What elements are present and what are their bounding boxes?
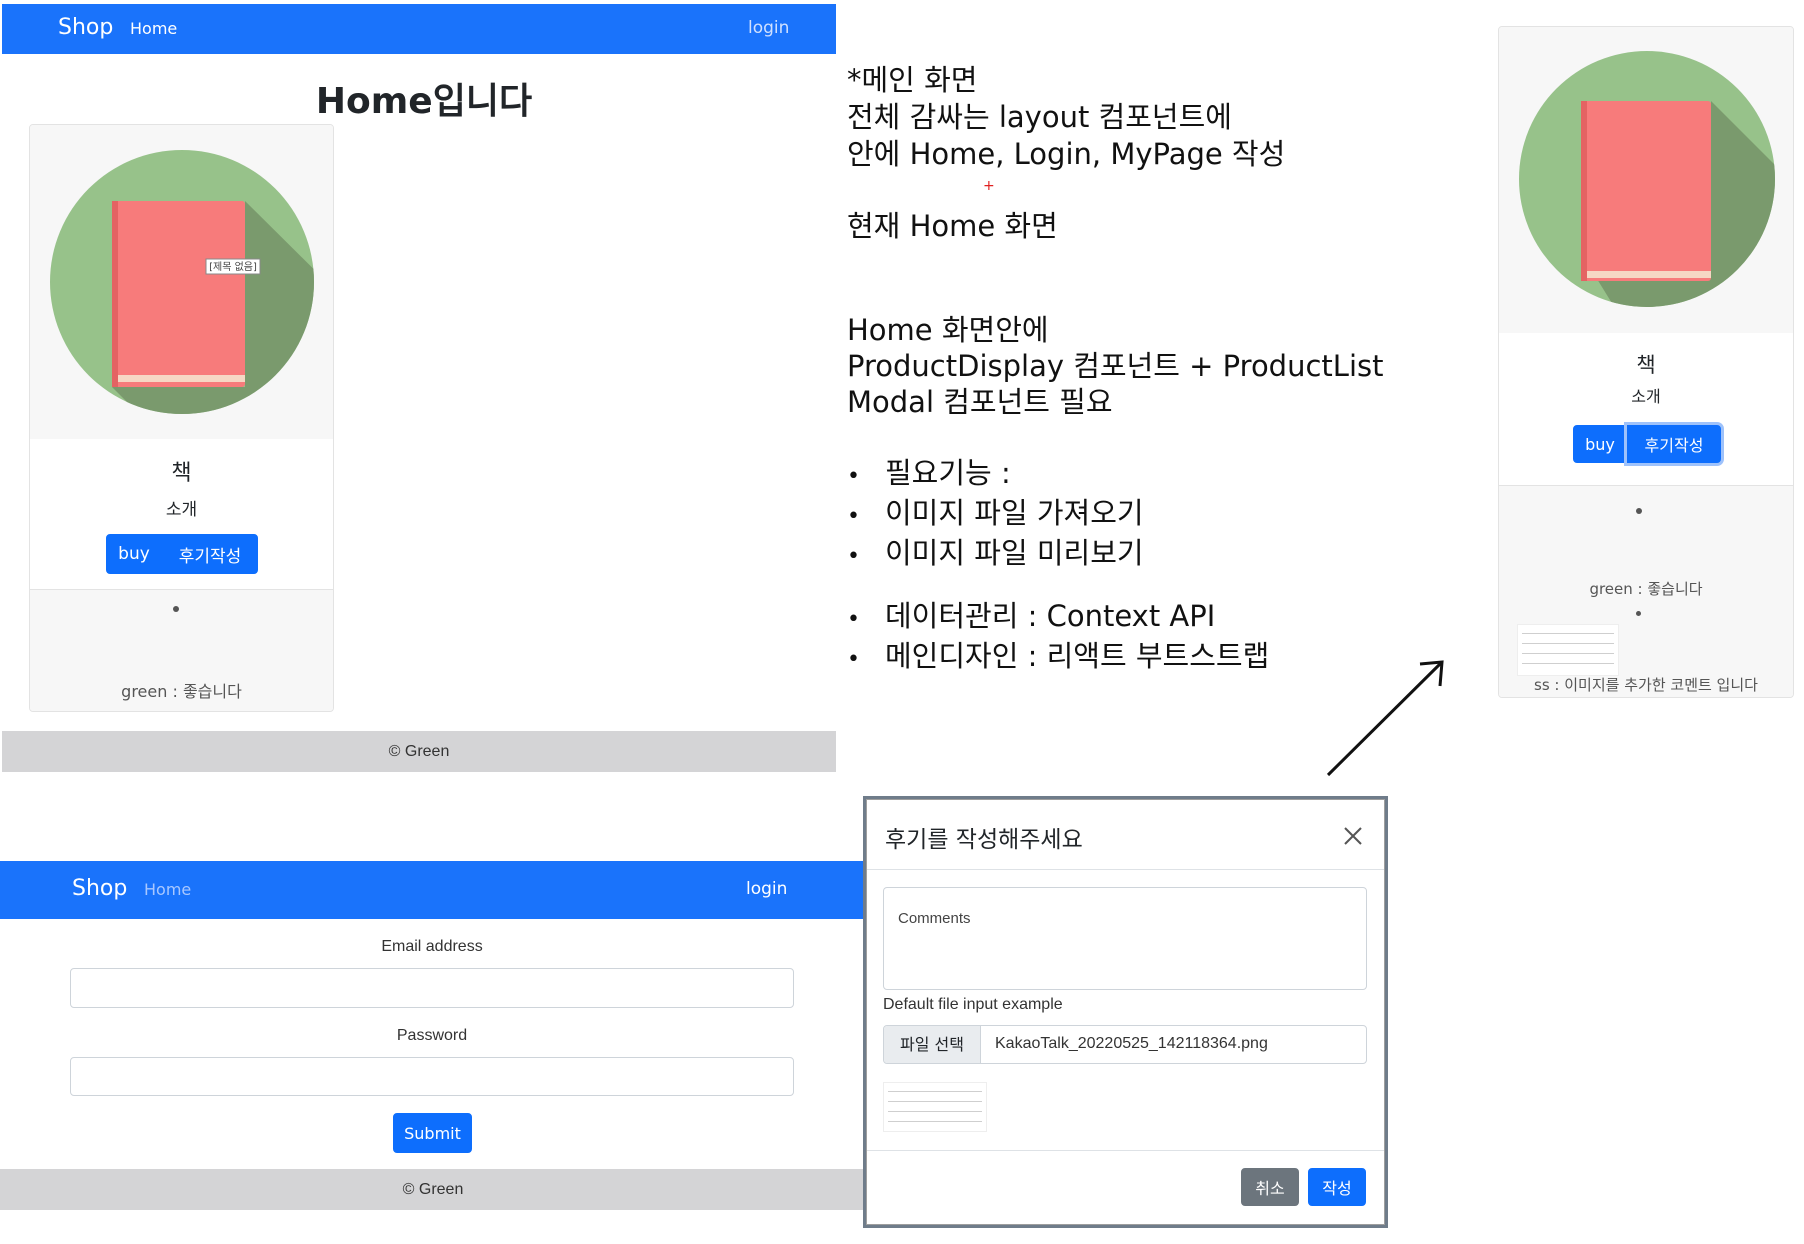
note-current-home: 현재 Home 화면 — [847, 209, 1058, 243]
home-footer: © Green — [2, 731, 836, 772]
notes-block-1: *메인 화면 전체 감싸는 layout 컴포넌트에 안에 Home, Logi… — [847, 62, 1285, 173]
bullet-item: • 데이터관리 : Context API — [847, 598, 1269, 638]
bullet-dot: • — [847, 504, 860, 529]
book-icon — [1519, 51, 1775, 307]
modal-footer: 취소 작성 — [867, 1150, 1384, 1226]
submit-button[interactable]: Submit — [393, 1113, 472, 1153]
bullet-text: 이미지 파일 가져오기 — [885, 496, 1144, 530]
product-subtitle: 소개 — [165, 500, 198, 520]
comments-placeholder: Comments — [898, 910, 971, 927]
product-card-with-review: 책 소개 buy 후기작성 green : 좋습니다 ss : 이미지를 추가한… — [1498, 26, 1794, 698]
nav-login-link[interactable]: login — [748, 18, 789, 38]
product-image — [1499, 27, 1793, 333]
bullet-dot: • — [847, 544, 860, 569]
product-image: [제목 없음] — [30, 125, 333, 439]
modal-title: 후기를 작성해주세요 — [885, 827, 1083, 853]
product-button-group: buy 후기작성 — [106, 534, 258, 574]
comment-text: ss : 이미지를 추가한 코멘트 입니다 — [1534, 676, 1758, 694]
product-card-footer: green : 좋습니다 — [30, 589, 333, 711]
file-input-label: Default file input example — [883, 996, 1063, 1013]
bullet-text: 필요기능 : — [885, 456, 1011, 490]
book-icon: [제목 없음] — [50, 150, 314, 414]
bullet-item: • 이미지 파일 가져오기 — [847, 495, 1144, 535]
note-line: Modal 컴포넌트 필요 — [847, 385, 1113, 419]
home-navbar: Shop Home login — [2, 4, 836, 54]
note-plus: + — [983, 178, 995, 194]
note-line: 안에 Home, Login, MyPage 작성 — [847, 137, 1286, 171]
login-footer: © Green — [0, 1169, 866, 1210]
close-icon[interactable] — [1343, 826, 1363, 846]
notes-bullets-2: • 데이터관리 : Context API • 메인디자인 : 리액트 부트스트랩 — [847, 598, 1269, 678]
email-label: Email address — [381, 938, 483, 955]
bullet-text: 메인디자인 : 리액트 부트스트랩 — [885, 639, 1270, 673]
buy-button[interactable]: buy — [1573, 425, 1627, 463]
write-button[interactable]: 작성 — [1308, 1168, 1366, 1206]
page-title: Home입니다 — [315, 81, 533, 122]
login-navbar: Shop Home login — [0, 861, 866, 919]
product-subtitle: 소개 — [1631, 387, 1661, 406]
nav-login-link[interactable]: login — [746, 879, 787, 899]
product-card-footer: green : 좋습니다 ss : 이미지를 추가한 코멘트 입니다 — [1499, 485, 1793, 697]
file-select-button[interactable]: 파일 선택 — [884, 1026, 981, 1063]
modal-header: 후기를 작성해주세요 — [867, 800, 1384, 870]
comment-bullet — [1636, 508, 1642, 514]
note-line: *메인 화면 — [847, 63, 978, 97]
nav-home-link[interactable]: Home — [144, 880, 191, 899]
write-review-button[interactable]: 후기작성 — [1627, 425, 1721, 463]
product-title: 책 — [171, 461, 192, 486]
bullet-dot: • — [847, 464, 860, 489]
bullet-dot: • — [847, 647, 860, 672]
bullet-item: • 필요기능 : — [847, 455, 1144, 495]
bullet-text: 데이터관리 : Context API — [885, 599, 1216, 633]
password-label: Password — [396, 1027, 468, 1044]
navbar-brand[interactable]: Shop — [58, 15, 113, 40]
comment-text: green : 좋습니다 — [121, 682, 242, 701]
note-line: 전체 감싸는 layout 컴포넌트에 — [847, 100, 1232, 134]
bullet-dot: • — [847, 607, 860, 632]
arrow-icon — [1326, 660, 1444, 777]
notes-bullets-1: • 필요기능 : • 이미지 파일 가져오기 • 이미지 파일 미리보기 — [847, 455, 1144, 575]
write-review-button[interactable]: 후기작성 — [162, 534, 258, 574]
comment-image-thumbnail — [1517, 624, 1619, 676]
comment-bullet — [1636, 611, 1641, 616]
file-input[interactable]: 파일 선택 KakaoTalk_20220525_142118364.png — [883, 1025, 1367, 1064]
note-line: ProductDisplay 컴포넌트 + ProductList — [847, 349, 1384, 383]
nav-home-link[interactable]: Home — [130, 19, 177, 38]
notes-block-3: Home 화면안에 ProductDisplay 컴포넌트 + ProductL… — [847, 312, 1383, 420]
comment-bullet — [173, 606, 179, 612]
buy-button[interactable]: buy — [106, 534, 162, 574]
bullet-text: 이미지 파일 미리보기 — [885, 536, 1144, 570]
comments-textarea[interactable]: Comments — [883, 887, 1367, 990]
cancel-button[interactable]: 취소 — [1241, 1168, 1299, 1206]
bullet-item: • 메인디자인 : 리액트 부트스트랩 — [847, 638, 1269, 678]
navbar-brand[interactable]: Shop — [72, 876, 127, 901]
bullet-item: • 이미지 파일 미리보기 — [847, 535, 1144, 575]
product-button-group: buy 후기작성 — [1573, 425, 1721, 463]
file-name: KakaoTalk_20220525_142118364.png — [995, 1035, 1268, 1052]
password-field[interactable] — [70, 1057, 794, 1096]
image-overlay-text: [제목 없음] — [209, 260, 257, 273]
review-modal: 후기를 작성해주세요 Comments Default file input e… — [866, 799, 1385, 1225]
product-card: [제목 없음] 책 소개 buy 후기작성 green : 좋습니다 — [29, 124, 334, 712]
image-preview — [883, 1082, 987, 1132]
email-field[interactable] — [70, 968, 794, 1008]
product-title: 책 — [1636, 353, 1656, 377]
note-line: Home 화면안에 — [847, 313, 1049, 347]
comment-text: green : 좋습니다 — [1589, 580, 1703, 598]
